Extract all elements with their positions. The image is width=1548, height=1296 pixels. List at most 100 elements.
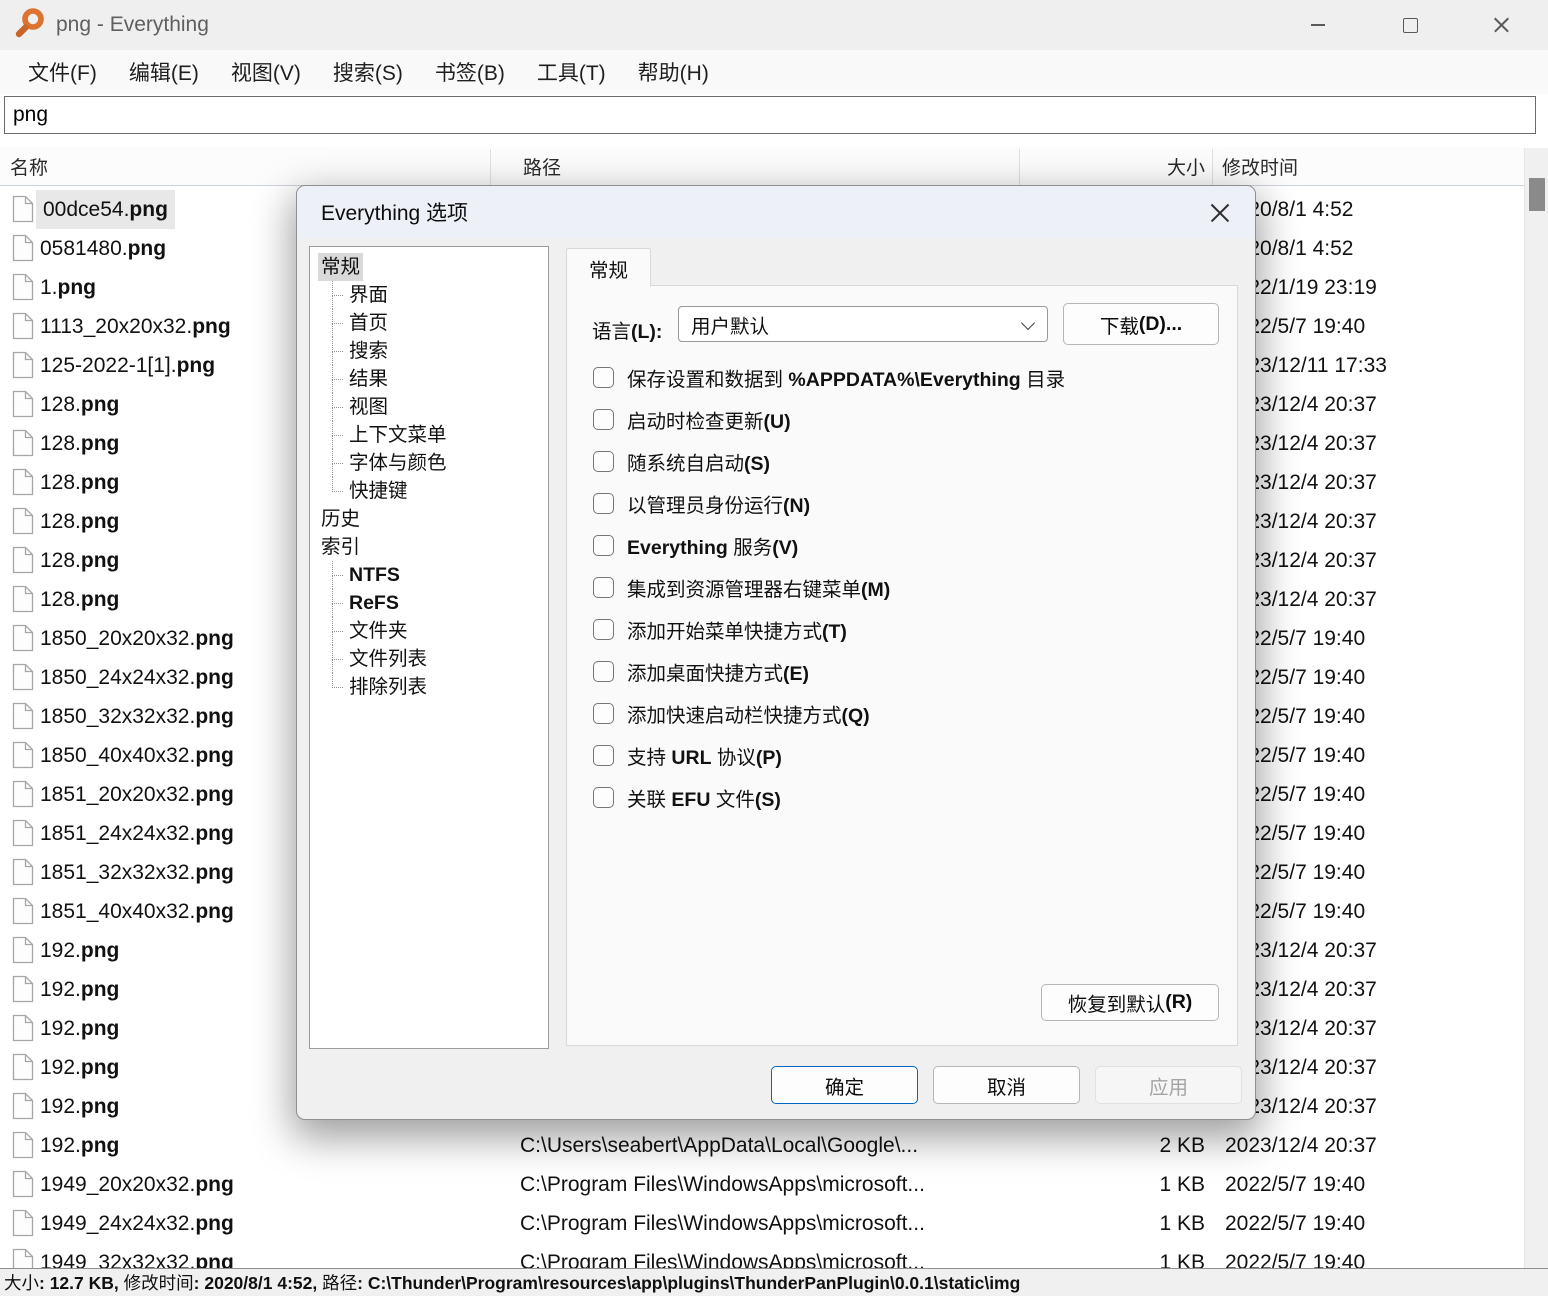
tree-item[interactable]: 索引 [310,533,548,561]
file-icon [12,741,34,769]
checkbox-row[interactable]: Everything 服务(V) [593,531,798,559]
tree-item[interactable]: NTFS [310,561,548,589]
checkbox[interactable] [593,703,614,724]
menu-item[interactable]: 工具(T) [521,57,622,87]
tree-item[interactable]: 搜索 [310,337,548,365]
checkbox-row[interactable]: 添加快速启动栏快捷方式(Q) [593,699,870,727]
file-name: 1850_20x20x32.png [40,619,234,658]
scrollbar-thumb[interactable] [1529,178,1545,211]
file-icon [12,1170,34,1198]
tree-item[interactable]: 视图 [310,393,548,421]
checkbox[interactable] [593,367,614,388]
checkbox-row[interactable]: 启动时检查更新(U) [593,405,791,433]
checkbox[interactable] [593,619,614,640]
tree-item[interactable]: 排除列表 [310,673,548,701]
tree-item[interactable]: 文件列表 [310,645,548,673]
menu-item[interactable]: 帮助(H) [622,57,725,87]
checkbox-row[interactable]: 添加开始菜单快捷方式(T) [593,615,847,643]
file-icon [12,663,34,691]
checkbox-row[interactable]: 集成到资源管理器右键菜单(M) [593,573,890,601]
file-modified: 2022/5/7 19:40 [1225,1165,1365,1204]
file-icon [12,585,34,613]
tree-item[interactable]: 结果 [310,365,548,393]
tree-item[interactable]: 首页 [310,309,548,337]
column-separator[interactable] [1019,149,1020,185]
file-name: 1851_40x40x32.png [40,892,234,931]
menu-item[interactable]: 书签(B) [419,57,521,87]
column-separator[interactable] [1212,149,1213,185]
tree-item[interactable]: 历史 [310,505,548,533]
table-row[interactable]: 192.png C:\Users\seabert\AppData\Local\G… [0,1126,1524,1165]
minimize-button[interactable] [1272,0,1364,50]
tab-general[interactable]: 常规 [566,248,651,287]
checkbox[interactable] [593,451,614,472]
tree-item[interactable]: 上下文菜单 [310,421,548,449]
checkbox[interactable] [593,787,614,808]
cancel-button[interactable]: 取消 [933,1066,1080,1104]
dialog-title-bar: Everything 选项 [297,186,1255,238]
tree-item[interactable]: 界面 [310,281,548,309]
tree-item[interactable]: 常规 [310,253,548,281]
file-icon [12,273,34,301]
file-path: C:\Users\seabert\AppData\Local\Google\..… [520,1126,918,1165]
close-button[interactable] [1456,0,1548,50]
column-header-modified[interactable]: 修改时间 [1222,147,1298,185]
file-name: 192.png [40,970,119,1009]
checkbox-row[interactable]: 关联 EFU 文件(S) [593,783,781,811]
checkbox-row[interactable]: 随系统自启动(S) [593,447,770,475]
checkbox-row[interactable]: 添加桌面快捷方式(E) [593,657,809,685]
file-name: 1949_24x24x32.png [40,1204,234,1243]
table-row[interactable]: 1949_32x32x32.png C:\Program Files\Windo… [0,1243,1524,1268]
maximize-button[interactable] [1364,0,1456,50]
download-language-button[interactable]: 下载(D)... [1063,303,1219,345]
file-icon [12,1092,34,1120]
apply-button[interactable]: 应用 [1095,1066,1242,1104]
dialog-close-button[interactable] [1207,200,1233,226]
checkbox-row[interactable]: 保存设置和数据到 %APPDATA%\Everything 目录 [593,363,1065,391]
checkbox-row[interactable]: 以管理员身份运行(N) [593,489,810,517]
column-header-path[interactable]: 路径 [523,147,561,185]
tree-item[interactable]: 文件夹 [310,617,548,645]
checkbox-label: 添加开始菜单快捷方式(T) [627,615,847,644]
checkbox[interactable] [593,493,614,514]
file-name: 0581480.png [40,229,166,268]
menu-item[interactable]: 编辑(E) [113,57,215,87]
language-label: 语言(L): [592,315,662,344]
table-row[interactable]: 1949_24x24x32.png C:\Program Files\Windo… [0,1204,1524,1243]
file-name: 128.png [40,580,119,619]
tree-item[interactable]: 字体与颜色 [310,449,548,477]
menu-item[interactable]: 搜索(S) [317,57,419,87]
language-select[interactable]: 用户默认 [678,306,1048,342]
checkbox-row[interactable]: 支持 URL 协议(P) [593,741,782,769]
file-name: 1949_32x32x32.png [40,1243,234,1268]
checkbox-label: 添加桌面快捷方式(E) [627,657,809,686]
column-header-size[interactable]: 大小 [1020,147,1205,185]
menu-item[interactable]: 视图(V) [215,57,317,87]
file-size: 1 KB [1020,1204,1205,1243]
file-name: 128.png [40,463,119,502]
ok-button[interactable]: 确定 [771,1066,918,1104]
file-icon [12,702,34,730]
menu-item[interactable]: 文件(F) [12,57,113,87]
checkbox[interactable] [593,409,614,430]
file-icon [12,936,34,964]
file-size: 1 KB [1020,1165,1205,1204]
checkbox-label: 随系统自启动(S) [627,447,770,476]
checkbox[interactable] [593,661,614,682]
checkbox[interactable] [593,535,614,556]
options-dialog: Everything 选项 常规 界面 首页 搜索 结果 视图 上下文菜单 字体… [296,185,1256,1120]
file-name: 128.png [40,502,119,541]
checkbox[interactable] [593,745,614,766]
column-header-name[interactable]: 名称 [10,147,48,185]
checkbox-label: 保存设置和数据到 %APPDATA%\Everything 目录 [627,363,1065,392]
column-separator[interactable] [490,149,491,185]
checkbox[interactable] [593,577,614,598]
file-icon [12,546,34,574]
tree-item[interactable]: 快捷键 [310,477,548,505]
scrollbar[interactable] [1524,148,1548,1268]
tree-item[interactable]: ReFS [310,589,548,617]
search-input[interactable] [4,96,1536,134]
restore-defaults-button[interactable]: 恢复到默认(R) [1041,984,1219,1021]
table-row[interactable]: 1949_20x20x32.png C:\Program Files\Windo… [0,1165,1524,1204]
window-title: png - Everything [56,13,209,37]
